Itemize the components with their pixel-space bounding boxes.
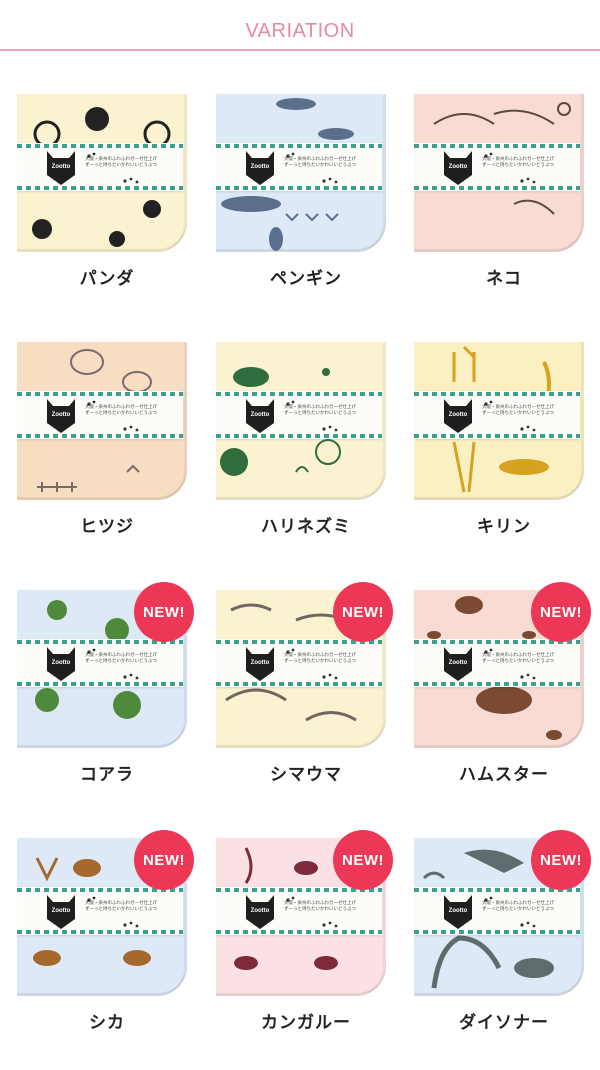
band-description: 大阪・泉州のふわふわガーゼ仕上げ ずーっと持ちたいかわいいどうぶつ <box>482 404 578 416</box>
band-text-line2: ずーっと持ちたいかわいいどうぶつ <box>482 162 554 167</box>
towel-image: Zootto 大阪・泉州のふわふわガーゼ仕上げ ずーっと持ちたいかわいいどうぶつ <box>414 342 584 500</box>
logo-text: Zootto <box>250 908 270 914</box>
new-badge: NEW! <box>134 582 194 642</box>
product-item[interactable]: Zootto 大阪・泉州のふわふわガーゼ仕上げ ずーっと持ちたいかわいいどうぶつ… <box>216 830 393 1048</box>
product-label: コアラ <box>80 765 134 784</box>
band-description: 大阪・泉州のふわふわガーゼ仕上げ ずーっと持ちたいかわいいどうぶつ <box>284 900 380 912</box>
band-description: 大阪・泉州のふわふわガーゼ仕上げ ずーっと持ちたいかわいいどうぶつ <box>284 156 380 168</box>
band-description: 大阪・泉州のふわふわガーゼ仕上げ ずーっと持ちたいかわいいどうぶつ <box>284 404 380 416</box>
logo-text: Zootto <box>250 412 270 418</box>
towel-image: Zootto 大阪・泉州のふわふわガーゼ仕上げ ずーっと持ちたいかわいいどうぶつ <box>216 342 386 500</box>
band-description: 大阪・泉州のふわふわガーゼ仕上げ ずーっと持ちたいかわいいどうぶつ <box>85 404 181 416</box>
product-item[interactable]: Zootto 大阪・泉州のふわふわガーゼ仕上げ ずーっと持ちたいかわいいどうぶつ… <box>216 94 386 304</box>
towel-image: Zootto 大阪・泉州のふわふわガーゼ仕上げ ずーっと持ちたいかわいいどうぶつ <box>17 342 187 500</box>
band-text-line2: ずーっと持ちたいかわいいどうぶつ <box>85 658 157 663</box>
logo-text: Zootto <box>51 164 71 170</box>
product-item[interactable]: Zootto 大阪・泉州のふわふわガーゼ仕上げ ずーっと持ちたいかわいいどうぶつ… <box>414 94 584 304</box>
logo-text: Zootto <box>448 164 468 170</box>
product-label: シマウマ <box>270 765 342 784</box>
logo-text: Zootto <box>448 908 468 914</box>
towel-image: Zootto 大阪・泉州のふわふわガーゼ仕上げ ずーっと持ちたいかわいいどうぶつ <box>414 94 584 252</box>
product-item[interactable]: Zootto 大阪・泉州のふわふわガーゼ仕上げ ずーっと持ちたいかわいいどうぶつ… <box>17 830 194 1048</box>
product-item[interactable]: Zootto 大阪・泉州のふわふわガーゼ仕上げ ずーっと持ちたいかわいいどうぶつ… <box>17 582 194 800</box>
band-description: 大阪・泉州のふわふわガーゼ仕上げ ずーっと持ちたいかわいいどうぶつ <box>284 652 380 664</box>
product-band: Zootto 大阪・泉州のふわふわガーゼ仕上げ ずーっと持ちたいかわいいどうぶつ <box>414 143 580 191</box>
product-band: Zootto 大阪・泉州のふわふわガーゼ仕上げ ずーっと持ちたいかわいいどうぶつ <box>17 143 183 191</box>
variation-grid: Zootto 大阪・泉州のふわふわガーゼ仕上げ ずーっと持ちたいかわいいどうぶつ… <box>0 0 600 1070</box>
product-band: Zootto 大阪・泉州のふわふわガーゼ仕上げ ずーっと持ちたいかわいいどうぶつ <box>17 391 183 439</box>
logo-text: Zootto <box>250 660 270 666</box>
product-band: Zootto 大阪・泉州のふわふわガーゼ仕上げ ずーっと持ちたいかわいいどうぶつ <box>414 639 580 687</box>
product-label: ハムスター <box>459 765 549 784</box>
new-badge: NEW! <box>134 830 194 890</box>
product-band: Zootto 大阪・泉州のふわふわガーゼ仕上げ ずーっと持ちたいかわいいどうぶつ <box>17 887 183 935</box>
product-band: Zootto 大阪・泉州のふわふわガーゼ仕上げ ずーっと持ちたいかわいいどうぶつ <box>414 887 580 935</box>
product-item[interactable]: Zootto 大阪・泉州のふわふわガーゼ仕上げ ずーっと持ちたいかわいいどうぶつ… <box>414 582 591 800</box>
band-text-line2: ずーっと持ちたいかわいいどうぶつ <box>284 906 356 911</box>
product-label: カンガルー <box>261 1013 351 1032</box>
product-label: ヒツジ <box>80 517 134 536</box>
band-text-line2: ずーっと持ちたいかわいいどうぶつ <box>284 162 356 167</box>
product-band: Zootto 大阪・泉州のふわふわガーゼ仕上げ ずーっと持ちたいかわいいどうぶつ <box>216 391 382 439</box>
logo-text: Zootto <box>448 660 468 666</box>
product-label: キリン <box>477 517 531 536</box>
band-text-line2: ずーっと持ちたいかわいいどうぶつ <box>482 410 554 415</box>
new-badge: NEW! <box>333 830 393 890</box>
new-badge: NEW! <box>531 582 591 642</box>
product-band: Zootto 大阪・泉州のふわふわガーゼ仕上げ ずーっと持ちたいかわいいどうぶつ <box>216 143 382 191</box>
product-item[interactable]: Zootto 大阪・泉州のふわふわガーゼ仕上げ ずーっと持ちたいかわいいどうぶつ… <box>17 342 187 552</box>
band-text-line2: ずーっと持ちたいかわいいどうぶつ <box>284 410 356 415</box>
band-text-line2: ずーっと持ちたいかわいいどうぶつ <box>85 410 157 415</box>
product-item[interactable]: Zootto 大阪・泉州のふわふわガーゼ仕上げ ずーっと持ちたいかわいいどうぶつ… <box>414 342 584 552</box>
product-band: Zootto 大阪・泉州のふわふわガーゼ仕上げ ずーっと持ちたいかわいいどうぶつ <box>17 639 183 687</box>
product-item[interactable]: Zootto 大阪・泉州のふわふわガーゼ仕上げ ずーっと持ちたいかわいいどうぶつ… <box>216 582 393 800</box>
band-description: 大阪・泉州のふわふわガーゼ仕上げ ずーっと持ちたいかわいいどうぶつ <box>85 652 181 664</box>
product-label: シカ <box>89 1013 125 1032</box>
towel-image: Zootto 大阪・泉州のふわふわガーゼ仕上げ ずーっと持ちたいかわいいどうぶつ <box>17 94 187 252</box>
new-badge: NEW! <box>531 830 591 890</box>
product-label: ネコ <box>486 269 522 288</box>
logo-text: Zootto <box>51 412 71 418</box>
band-text-line2: ずーっと持ちたいかわいいどうぶつ <box>85 162 157 167</box>
band-text-line2: ずーっと持ちたいかわいいどうぶつ <box>85 906 157 911</box>
new-badge: NEW! <box>333 582 393 642</box>
band-description: 大阪・泉州のふわふわガーゼ仕上げ ずーっと持ちたいかわいいどうぶつ <box>482 652 578 664</box>
product-item[interactable]: Zootto 大阪・泉州のふわふわガーゼ仕上げ ずーっと持ちたいかわいいどうぶつ… <box>414 830 591 1048</box>
towel-image: Zootto 大阪・泉州のふわふわガーゼ仕上げ ずーっと持ちたいかわいいどうぶつ <box>216 94 386 252</box>
product-label: ハリネズミ <box>261 517 351 536</box>
band-text-line2: ずーっと持ちたいかわいいどうぶつ <box>284 658 356 663</box>
product-band: Zootto 大阪・泉州のふわふわガーゼ仕上げ ずーっと持ちたいかわいいどうぶつ <box>414 391 580 439</box>
product-item[interactable]: Zootto 大阪・泉州のふわふわガーゼ仕上げ ずーっと持ちたいかわいいどうぶつ… <box>17 94 187 304</box>
band-description: 大阪・泉州のふわふわガーゼ仕上げ ずーっと持ちたいかわいいどうぶつ <box>482 156 578 168</box>
band-text-line2: ずーっと持ちたいかわいいどうぶつ <box>482 906 554 911</box>
band-text-line2: ずーっと持ちたいかわいいどうぶつ <box>482 658 554 663</box>
logo-text: Zootto <box>51 660 71 666</box>
product-label: ペンギン <box>270 269 342 288</box>
logo-text: Zootto <box>448 412 468 418</box>
logo-text: Zootto <box>51 908 71 914</box>
product-item[interactable]: Zootto 大阪・泉州のふわふわガーゼ仕上げ ずーっと持ちたいかわいいどうぶつ… <box>216 342 386 552</box>
product-band: Zootto 大阪・泉州のふわふわガーゼ仕上げ ずーっと持ちたいかわいいどうぶつ <box>216 639 382 687</box>
band-description: 大阪・泉州のふわふわガーゼ仕上げ ずーっと持ちたいかわいいどうぶつ <box>85 900 181 912</box>
product-label: ダイソナー <box>459 1013 549 1032</box>
product-label: パンダ <box>79 269 135 288</box>
logo-text: Zootto <box>250 164 270 170</box>
product-band: Zootto 大阪・泉州のふわふわガーゼ仕上げ ずーっと持ちたいかわいいどうぶつ <box>216 887 382 935</box>
band-description: 大阪・泉州のふわふわガーゼ仕上げ ずーっと持ちたいかわいいどうぶつ <box>482 900 578 912</box>
band-description: 大阪・泉州のふわふわガーゼ仕上げ ずーっと持ちたいかわいいどうぶつ <box>85 156 181 168</box>
